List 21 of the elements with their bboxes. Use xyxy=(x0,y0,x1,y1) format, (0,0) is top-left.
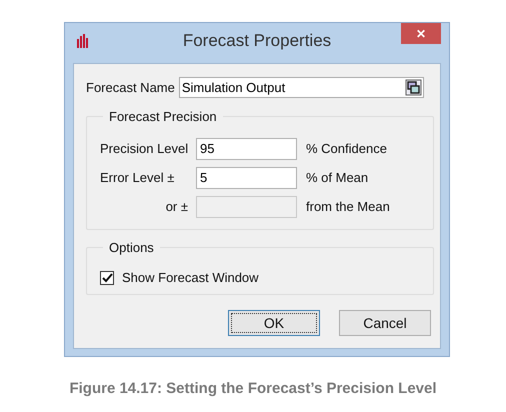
unit-label: % of Mean xyxy=(306,170,368,185)
forecast-name-field[interactable]: Simulation Output xyxy=(178,77,424,98)
ok-button[interactable]: OK xyxy=(228,310,320,336)
checkbox[interactable] xyxy=(100,270,114,284)
field-label: Precision Level xyxy=(100,141,190,156)
window-title: Forecast Properties xyxy=(182,31,332,50)
input-field[interactable]: 95 xyxy=(196,138,297,160)
unit-label: % Confidence xyxy=(306,141,387,156)
input-field[interactable]: 5 xyxy=(196,166,297,188)
close-button[interactable]: ✕ xyxy=(401,23,441,44)
field-label: Forecast Name xyxy=(86,80,175,95)
field-label: or ± xyxy=(164,199,188,214)
checkbox-label: Show Forecast Window xyxy=(122,270,259,285)
unit-label: from the Mean xyxy=(306,199,390,214)
cancel-button[interactable]: Cancel xyxy=(339,310,431,336)
figure-caption: Figure 14.17: Setting the Forecast’s Precision Level xyxy=(69,380,437,397)
select-cell-icon[interactable] xyxy=(404,79,422,96)
group-title: Options xyxy=(108,240,155,255)
group-title: Forecast Precision xyxy=(108,109,218,124)
field-label: Error Level ± xyxy=(100,170,176,185)
bar-chart-icon xyxy=(76,34,90,48)
